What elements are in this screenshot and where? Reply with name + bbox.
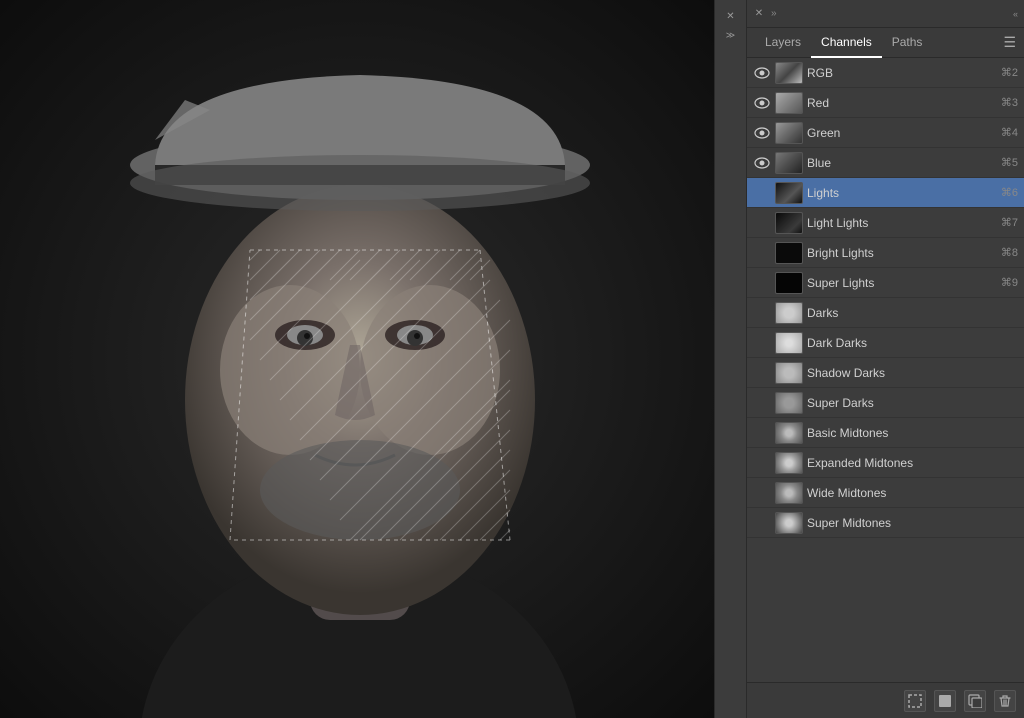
visibility-icon-darks[interactable] [753,304,771,322]
panel-footer [747,682,1024,718]
panel-collapse[interactable]: » [771,8,777,19]
channel-shortcut-green: ⌘4 [1001,126,1018,139]
channel-shortcut-super-lights: ⌘9 [1001,276,1018,289]
panel-sidebar: ✕ ≫ [714,0,746,718]
channel-item-red[interactable]: Red ⌘3 [747,88,1024,118]
channel-thumb-green [775,122,803,144]
visibility-icon-bright-lights[interactable] [753,244,771,262]
channel-item-super-darks[interactable]: Super Darks [747,388,1024,418]
visibility-icon-super-darks[interactable] [753,394,771,412]
main-panel: ✕ » « Layers Channels Paths ☰ RGB ⌘2 Red ⌘… [746,0,1024,718]
visibility-icon-rgb[interactable] [753,64,771,82]
channel-item-green[interactable]: Green ⌘4 [747,118,1024,148]
visibility-icon-basic-midtones[interactable] [753,424,771,442]
channel-name-basic-midtones: Basic Midtones [807,426,1018,440]
channel-item-darks[interactable]: Darks [747,298,1024,328]
channel-name-light-lights: Light Lights [807,216,997,230]
channel-name-bright-lights: Bright Lights [807,246,997,260]
panel-options-right[interactable]: « [1013,9,1018,19]
channel-thumb-bright-lights [775,242,803,264]
channel-item-basic-midtones[interactable]: Basic Midtones [747,418,1024,448]
visibility-icon-light-lights[interactable] [753,214,771,232]
channel-thumb-rgb [775,62,803,84]
channel-thumb-super-lights [775,272,803,294]
save-channel-button[interactable] [934,690,956,712]
channel-name-rgb: RGB [807,66,997,80]
visibility-icon-lights[interactable] [753,184,771,202]
channel-item-dark-darks[interactable]: Dark Darks [747,328,1024,358]
panel-header-controls: ✕ » [753,8,777,20]
panel-expand-button[interactable]: ≫ [724,28,738,42]
channel-name-lights: Lights [807,186,997,200]
visibility-icon-wide-midtones[interactable] [753,484,771,502]
channel-thumb-basic-midtones [775,422,803,444]
delete-channel-button[interactable] [994,690,1016,712]
channel-item-super-midtones[interactable]: Super Midtones [747,508,1024,538]
channel-item-super-lights[interactable]: Super Lights ⌘9 [747,268,1024,298]
channel-shortcut-red: ⌘3 [1001,96,1018,109]
channel-name-darks: Darks [807,306,1018,320]
panel-close-x[interactable]: ✕ [753,8,765,20]
channel-thumb-lights [775,182,803,204]
channel-name-dark-darks: Dark Darks [807,336,1018,350]
visibility-icon-blue[interactable] [753,154,771,172]
panel-header: ✕ » « [747,0,1024,28]
visibility-icon-green[interactable] [753,124,771,142]
visibility-icon-super-lights[interactable] [753,274,771,292]
channel-thumb-darks [775,302,803,324]
channel-item-expanded-midtones[interactable]: Expanded Midtones [747,448,1024,478]
panel-menu-icon[interactable]: ☰ [1003,34,1016,51]
channel-shortcut-rgb: ⌘2 [1001,66,1018,79]
visibility-icon-expanded-midtones[interactable] [753,454,771,472]
new-channel-button[interactable] [964,690,986,712]
channel-item-shadow-darks[interactable]: Shadow Darks [747,358,1024,388]
channel-thumb-expanded-midtones [775,452,803,474]
channel-thumb-super-midtones [775,512,803,534]
channel-shortcut-light-lights: ⌘7 [1001,216,1018,229]
channel-item-lights[interactable]: Lights ⌘6 [747,178,1024,208]
channel-thumb-red [775,92,803,114]
channel-name-green: Green [807,126,997,140]
channel-name-super-midtones: Super Midtones [807,516,1018,530]
channel-thumb-dark-darks [775,332,803,354]
channel-list[interactable]: RGB ⌘2 Red ⌘3 Green ⌘4 Blue ⌘5 Lights ⌘6 Light … [747,58,1024,682]
channel-thumb-blue [775,152,803,174]
channel-name-blue: Blue [807,156,997,170]
channels-panel: ✕ ≫ ✕ » « Layers Channels Paths ☰ RGB ⌘2 [714,0,1024,718]
panel-tabs: Layers Channels Paths ☰ [747,28,1024,58]
channel-name-super-darks: Super Darks [807,396,1018,410]
visibility-icon-dark-darks[interactable] [753,334,771,352]
channel-name-red: Red [807,96,997,110]
channel-shortcut-blue: ⌘5 [1001,156,1018,169]
channel-item-wide-midtones[interactable]: Wide Midtones [747,478,1024,508]
channel-name-shadow-darks: Shadow Darks [807,366,1018,380]
channel-thumb-shadow-darks [775,362,803,384]
channel-shortcut-bright-lights: ⌘8 [1001,246,1018,259]
visibility-icon-red[interactable] [753,94,771,112]
portrait-svg [0,0,718,718]
channel-thumb-light-lights [775,212,803,234]
channel-name-super-lights: Super Lights [807,276,997,290]
channel-thumb-super-darks [775,392,803,414]
tab-layers[interactable]: Layers [755,28,811,58]
channel-name-expanded-midtones: Expanded Midtones [807,456,1018,470]
panel-close-button[interactable]: ✕ [725,10,737,22]
channel-item-rgb[interactable]: RGB ⌘2 [747,58,1024,88]
channel-name-wide-midtones: Wide Midtones [807,486,1018,500]
channel-item-bright-lights[interactable]: Bright Lights ⌘8 [747,238,1024,268]
channel-item-light-lights[interactable]: Light Lights ⌘7 [747,208,1024,238]
visibility-icon-shadow-darks[interactable] [753,364,771,382]
channel-item-blue[interactable]: Blue ⌘5 [747,148,1024,178]
tab-paths[interactable]: Paths [882,28,933,58]
visibility-icon-super-midtones[interactable] [753,514,771,532]
load-selection-button[interactable] [904,690,926,712]
channel-shortcut-lights: ⌘6 [1001,186,1018,199]
channel-thumb-wide-midtones [775,482,803,504]
tab-channels[interactable]: Channels [811,28,882,58]
